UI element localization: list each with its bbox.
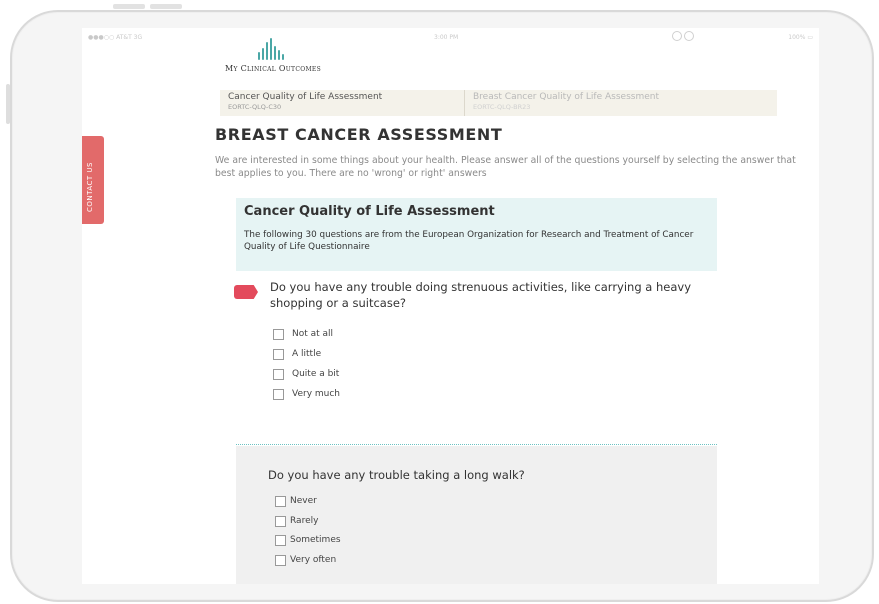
checkbox[interactable] (275, 495, 286, 507)
answer-option[interactable]: Not at all (273, 327, 333, 341)
breadcrumb: Cancer Quality of Life Assessment EORTC-… (220, 90, 777, 116)
checkbox[interactable] (273, 388, 284, 400)
alarm-icon (684, 31, 694, 41)
section-title: Cancer Quality of Life Assessment (244, 204, 495, 219)
checkbox[interactable] (273, 368, 284, 380)
answer-option[interactable]: Sometimes (275, 533, 341, 547)
answer-option[interactable]: Rarely (275, 514, 318, 528)
breadcrumb-step-title: Breast Cancer Quality of Life Assessment (473, 92, 659, 102)
question-text: Do you have any trouble taking a long wa… (268, 468, 525, 482)
contact-us-tab[interactable]: CONTACT US (82, 136, 104, 224)
answer-label: Not at all (292, 329, 334, 339)
answer-label: Quite a bit (292, 369, 340, 379)
carrier-signal: ●●●○○ AT&T 3G (88, 34, 143, 41)
page-title: BREAST CANCER ASSESSMENT (215, 125, 503, 144)
checkbox[interactable] (273, 348, 284, 360)
status-time: 3:00 PM (434, 34, 459, 41)
breadcrumb-divider (464, 90, 465, 116)
status-bar: ●●●○○ AT&T 3G 3:00 PM 100% ▭ (82, 28, 819, 48)
breadcrumb-step-2[interactable]: Breast Cancer Quality of Life Assessment… (473, 92, 659, 112)
checkbox[interactable] (273, 328, 284, 340)
answer-label: Very much (292, 389, 341, 399)
intro-text: We are interested in some things about y… (215, 155, 796, 179)
answer-label: Never (290, 496, 317, 506)
device-button-top-1 (113, 4, 145, 9)
current-question-marker (234, 285, 258, 299)
answer-label: Rarely (290, 516, 319, 526)
answer-label: Sometimes (290, 535, 341, 545)
answer-option[interactable]: Quite a bit (273, 367, 339, 381)
checkbox[interactable] (275, 534, 286, 546)
breadcrumb-step-code: EORTC-QLQ-C30 (228, 103, 282, 111)
status-icons (672, 31, 696, 43)
tablet-screen: ●●●○○ AT&T 3G 3:00 PM 100% ▭ My Clinical… (82, 28, 819, 584)
breadcrumb-step-title: Cancer Quality of Life Assessment (228, 92, 383, 102)
checkbox[interactable] (275, 515, 286, 527)
question-divider (236, 444, 717, 445)
logo-bars-icon (258, 38, 298, 60)
battery-indicator: 100% ▭ (788, 34, 813, 41)
device-button-top-2 (150, 4, 182, 9)
answer-option[interactable]: A little (273, 347, 321, 361)
logo[interactable]: My Clinical Outcomes (225, 38, 365, 78)
answer-label: A little (292, 349, 322, 359)
section-info-box: Cancer Quality of Life Assessment The fo… (236, 198, 717, 271)
section-description: The following 30 questions are from the … (244, 230, 694, 252)
question-text: Do you have any trouble doing strenuous … (270, 280, 692, 310)
answer-label: Very often (290, 555, 337, 565)
contact-us-label: CONTACT US (86, 162, 94, 212)
breadcrumb-step-code: EORTC-QLQ-BR23 (473, 103, 531, 111)
location-icon (672, 31, 682, 41)
checkbox[interactable] (275, 554, 286, 566)
logo-text: My Clinical Outcomes (225, 64, 322, 73)
answer-option[interactable]: Never (275, 494, 317, 508)
answer-option[interactable]: Very often (275, 553, 336, 567)
answer-option[interactable]: Very much (273, 387, 340, 401)
breadcrumb-step-1[interactable]: Cancer Quality of Life Assessment EORTC-… (228, 92, 382, 112)
